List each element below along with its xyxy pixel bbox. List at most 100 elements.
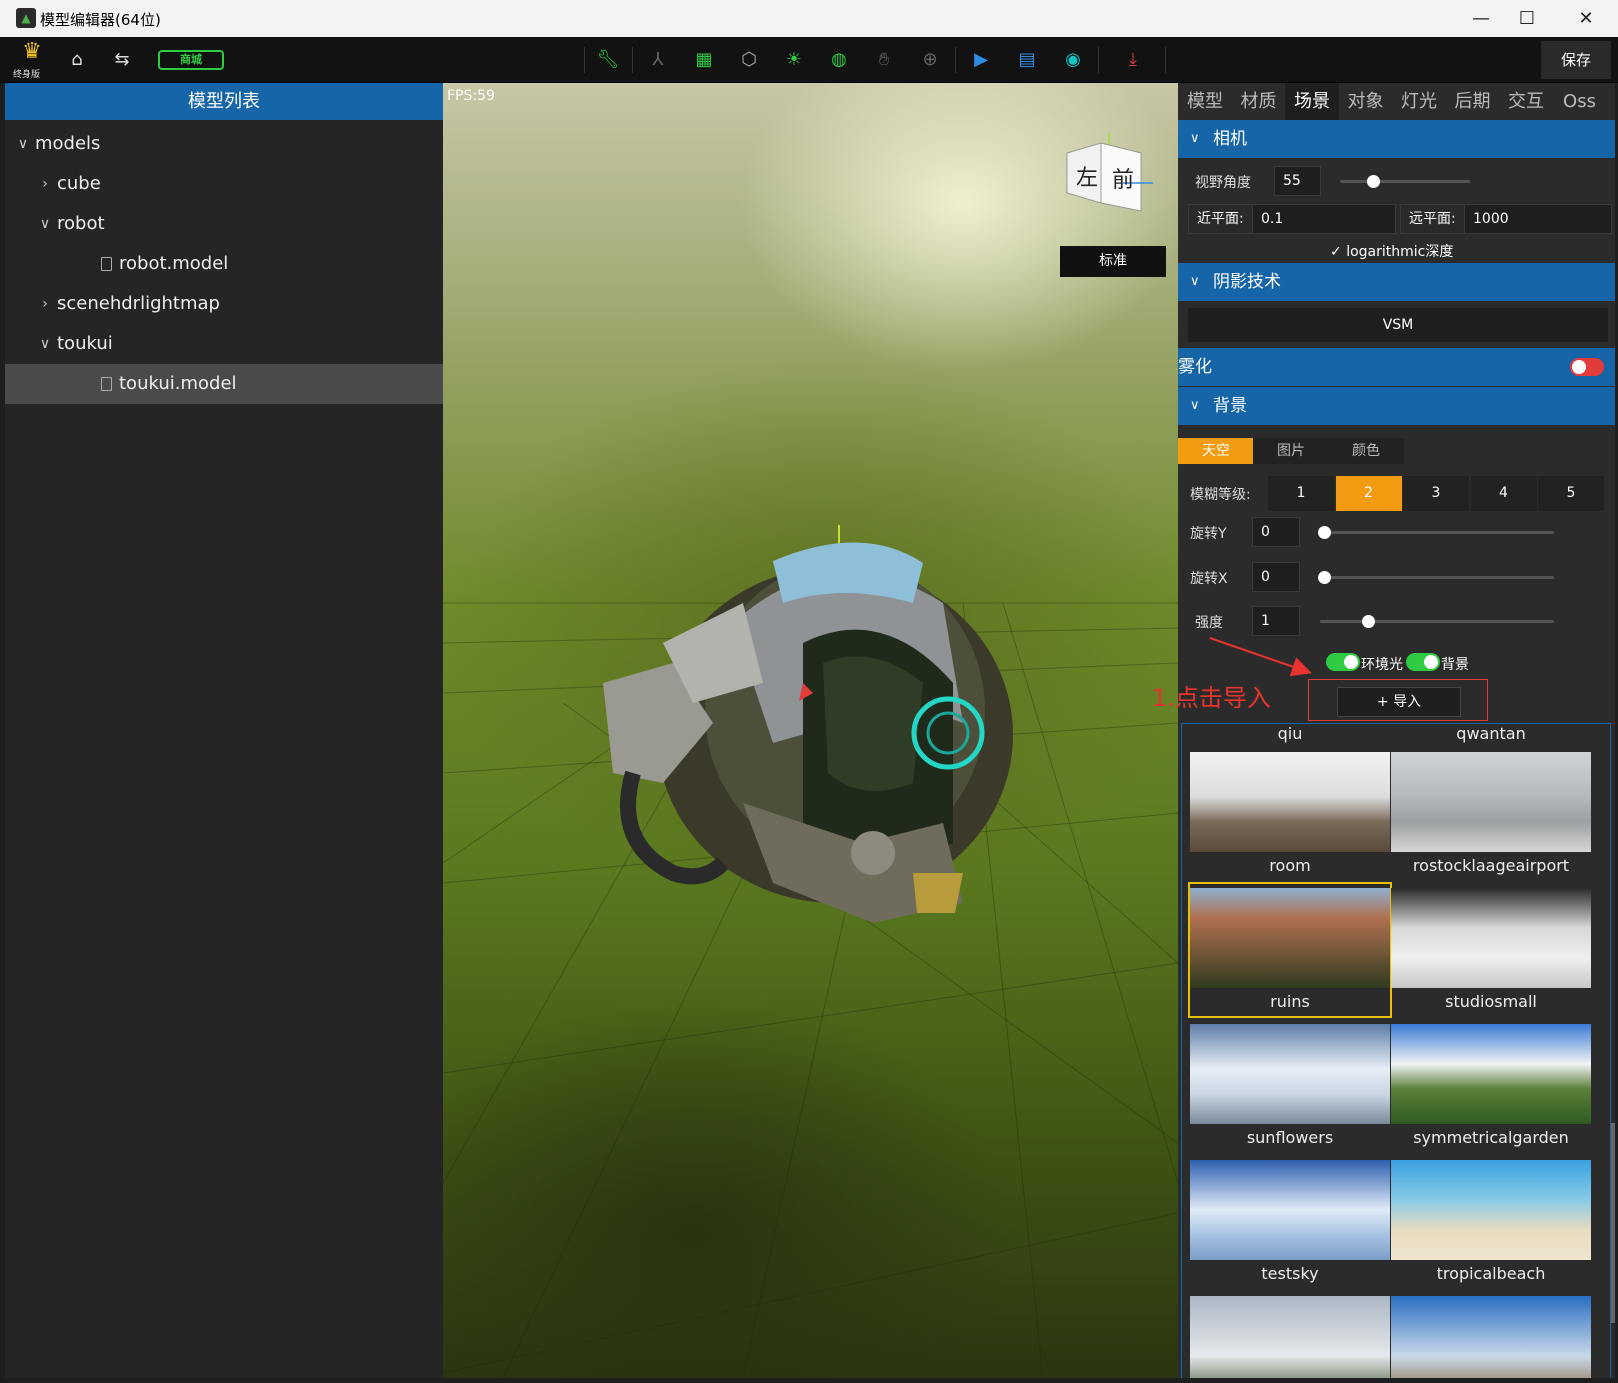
sky-thumbnail[interactable] [1391, 1160, 1591, 1260]
wrench-icon[interactable]: 🔧︎ [593, 45, 623, 75]
sky-thumbnail[interactable] [1190, 1024, 1390, 1124]
blur-level-2[interactable]: 2 [1335, 476, 1402, 511]
chevron-down-icon[interactable]: ∨ [37, 324, 53, 364]
log-depth-checkbox[interactable]: ✓ logarithmic深度 [1330, 241, 1453, 261]
rotate-x-input[interactable]: 0 [1252, 562, 1300, 592]
background-section-header[interactable]: ∨ 背景 [1178, 387, 1615, 425]
fov-slider[interactable] [1340, 175, 1470, 188]
hand-icon[interactable]: ✋︎ [869, 45, 899, 75]
crown-icon[interactable]: ♛ [16, 39, 48, 64]
sky-item[interactable]: ruins [1188, 882, 1392, 1018]
sky-item[interactable]: testsky [1190, 1156, 1390, 1288]
rotate-y-input[interactable]: 0 [1252, 517, 1300, 547]
standard-view-button[interactable]: 标准 [1060, 246, 1166, 277]
fov-slider-knob[interactable] [1366, 175, 1380, 188]
tab-0[interactable]: 模型 [1178, 83, 1232, 120]
maximize-button[interactable]: ☐ [1498, 0, 1556, 37]
tab-1[interactable]: 材质 [1232, 83, 1286, 120]
tab-2[interactable]: 场景 [1285, 83, 1339, 120]
main-toolbar: ♛ 终身版 ⌂ ⇆ 商城 🔧︎ ⅄ ▦ ⬡ ☀ ◍ ✋︎ ⊕ ▶ ▤ ◉ ⤓ 保… [0, 37, 1618, 83]
tab-4[interactable]: 灯光 [1392, 83, 1446, 120]
sky-item[interactable]: sunflowers [1190, 1020, 1390, 1152]
chevron-right-icon[interactable]: › [37, 284, 53, 324]
tree-item-label: toukui.model [119, 373, 237, 394]
sky-thumbnail[interactable] [1190, 752, 1390, 852]
grid-floor [443, 525, 1178, 1378]
background-tab-2[interactable]: 颜色 [1328, 438, 1404, 464]
sky-thumbnail[interactable] [1391, 752, 1591, 852]
rotate-x-slider-knob[interactable] [1318, 571, 1331, 584]
sky-thumbnail[interactable] [1190, 888, 1390, 988]
light-bulb-icon[interactable]: ☀ [779, 45, 809, 75]
near-plane-field[interactable]: 近平面: 0.1 [1188, 204, 1396, 234]
sky-item[interactable] [1391, 1292, 1591, 1378]
sky-gallery-scrollbar[interactable] [1611, 723, 1615, 1378]
rotate-y-slider-knob[interactable] [1318, 526, 1331, 539]
sky-thumbnail[interactable] [1391, 1296, 1591, 1378]
tree-item[interactable]: › cube [5, 164, 443, 204]
sky-item[interactable]: qwantan [1391, 724, 1591, 748]
fog-toggle[interactable] [1570, 358, 1604, 376]
switch-icon[interactable]: ⇆ [107, 45, 137, 75]
sky-thumbnail[interactable] [1190, 1296, 1390, 1378]
intensity-slider[interactable] [1320, 615, 1554, 628]
globe-icon[interactable]: ⊕ [915, 45, 945, 75]
close-button[interactable]: ✕ [1557, 0, 1615, 37]
sky-item[interactable]: symmetricalgarden [1391, 1020, 1591, 1152]
near-plane-value[interactable]: 0.1 [1261, 205, 1283, 233]
sky-thumbnail[interactable] [1391, 1024, 1591, 1124]
import-button[interactable]: + 导入 [1337, 687, 1461, 717]
video-camera-icon[interactable]: ▶ [966, 45, 996, 75]
3d-viewport[interactable]: FPS:59 左 前 标准 [443, 83, 1178, 1378]
sky-item[interactable]: studiosmall [1391, 884, 1591, 1016]
sky-item[interactable]: qiu [1190, 724, 1390, 748]
camera-section-header[interactable]: ∨ 相机 [1178, 120, 1615, 158]
tree-item[interactable]: robot.model [5, 244, 443, 284]
scrollbar-thumb[interactable] [1611, 1123, 1615, 1323]
shadow-technique-select[interactable]: VSM [1188, 308, 1608, 342]
tree-item[interactable]: ∨ robot [5, 204, 443, 244]
far-plane-value[interactable]: 1000 [1473, 205, 1509, 233]
background-toggle[interactable] [1406, 653, 1440, 671]
tree-item[interactable]: › scenehdrlightmap [5, 284, 443, 324]
blur-level-4[interactable]: 4 [1470, 476, 1537, 511]
save-button[interactable]: 保存 [1541, 41, 1611, 79]
far-plane-field[interactable]: 远平面: 1000 [1400, 204, 1612, 234]
tab-5[interactable]: 后期 [1446, 83, 1500, 120]
blur-level-1[interactable]: 1 [1268, 476, 1334, 511]
blur-level-5[interactable]: 5 [1538, 476, 1604, 511]
chevron-down-icon[interactable]: ∨ [37, 204, 53, 244]
background-tab-0[interactable]: 天空 [1178, 438, 1254, 464]
sky-item[interactable] [1190, 1292, 1390, 1378]
download-icon[interactable]: ⤓ [1118, 45, 1148, 75]
rotate-y-slider[interactable] [1318, 526, 1554, 539]
clapper-icon[interactable]: ▤ [1012, 45, 1042, 75]
box-icon[interactable]: ⬡ [734, 45, 764, 75]
sky-item[interactable]: rostocklaageairport [1391, 748, 1591, 880]
tab-6[interactable]: 交互 [1499, 83, 1553, 120]
home-icon[interactable]: ⌂ [62, 45, 92, 75]
sky-item[interactable]: room [1190, 748, 1390, 880]
tab-3[interactable]: 对象 [1339, 83, 1393, 120]
axes-icon[interactable]: ⅄ [643, 45, 673, 75]
sphere-icon[interactable]: ◍ [824, 45, 854, 75]
shadow-section-header[interactable]: ∨ 阴影技术 [1178, 263, 1615, 301]
tree-item[interactable]: ∨ toukui [5, 324, 443, 364]
tab-7[interactable]: Oss [1553, 83, 1607, 120]
fov-input[interactable]: 55 [1274, 166, 1321, 196]
blur-level-3[interactable]: 3 [1403, 476, 1469, 511]
shop-button[interactable]: 商城 [158, 50, 224, 70]
sky-item[interactable]: tropicalbeach [1391, 1156, 1591, 1288]
sky-thumbnail[interactable] [1391, 888, 1591, 988]
view-cube[interactable]: 左 前 [1061, 133, 1153, 213]
chevron-down-icon[interactable]: ∨ [15, 124, 31, 164]
camera-icon[interactable]: ◉ [1058, 45, 1088, 75]
rotate-x-slider[interactable] [1318, 571, 1554, 584]
tree-item[interactable]: ∨ models [5, 124, 443, 164]
tree-item[interactable]: toukui.model [5, 364, 443, 404]
grid-icon[interactable]: ▦ [689, 45, 719, 75]
background-tab-1[interactable]: 图片 [1253, 438, 1329, 464]
intensity-slider-knob[interactable] [1362, 615, 1375, 628]
sky-thumbnail[interactable] [1190, 1160, 1390, 1260]
chevron-right-icon[interactable]: › [37, 164, 53, 204]
